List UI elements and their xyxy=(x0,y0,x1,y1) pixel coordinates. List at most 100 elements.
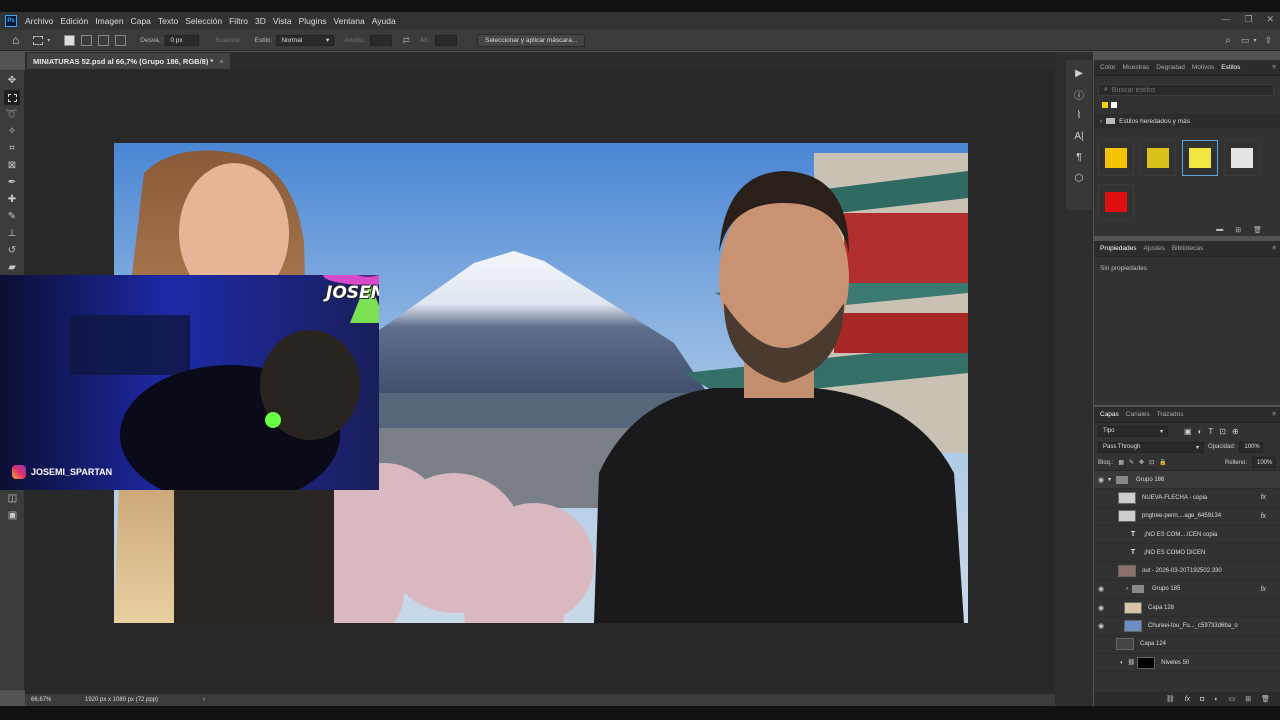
recent-style-yellow[interactable] xyxy=(1102,102,1108,108)
filter-shape-icon[interactable]: ⊡ xyxy=(1219,427,1226,436)
lock-transparency-icon[interactable]: ▦ xyxy=(1118,459,1124,466)
tab-capas[interactable]: Capas xyxy=(1100,411,1119,418)
layer-row[interactable]: Capa 124 xyxy=(1094,636,1280,654)
status-arrow-icon[interactable]: › xyxy=(203,697,205,703)
eye-icon[interactable]: ◉ xyxy=(1094,622,1108,630)
menu-archivo[interactable]: Archivo xyxy=(25,16,53,26)
new-selection-icon[interactable] xyxy=(64,34,76,46)
crop-tool-icon[interactable]: ⌗ xyxy=(4,141,20,156)
layer-row[interactable]: ◐ ⛓ Niveles 50 xyxy=(1094,654,1280,673)
new-group-icon[interactable]: ▬ xyxy=(1216,226,1223,234)
eraser-tool-icon[interactable]: ▰ xyxy=(4,260,20,275)
tab-degradados[interactable]: Degradad xyxy=(1156,64,1185,71)
adjustment-layer-icon[interactable]: ◐ xyxy=(1214,696,1218,703)
add-mask-icon[interactable]: ◘ xyxy=(1200,696,1204,703)
menu-vista[interactable]: Vista xyxy=(273,16,292,26)
chevron-right-icon[interactable]: › xyxy=(1108,586,1128,592)
filter-type-icon[interactable]: T xyxy=(1208,427,1213,436)
trash-icon[interactable]: 🗑 xyxy=(1253,226,1262,234)
layer-row[interactable]: ◉ Chureei-tou_Fu..._c59733d6ba_o xyxy=(1094,617,1280,636)
lasso-tool-icon[interactable]: ➰ xyxy=(4,107,20,122)
swap-icon[interactable]: ⇄ xyxy=(402,35,410,46)
3d-cube-icon[interactable]: ⬡ xyxy=(1070,170,1088,186)
layer-row[interactable]: ◉ Capa 128 xyxy=(1094,599,1280,618)
menu-seleccion[interactable]: Selección xyxy=(185,16,222,26)
close-tab-icon[interactable]: × xyxy=(219,57,223,66)
recent-style-white[interactable] xyxy=(1111,102,1117,108)
marquee-preset-icon[interactable] xyxy=(33,35,44,45)
tab-color[interactable]: Color xyxy=(1100,64,1116,71)
menu-edicion[interactable]: Edición xyxy=(60,16,88,26)
tab-ajustes[interactable]: Ajustes xyxy=(1144,245,1165,252)
tab-trazados[interactable]: Trazados xyxy=(1157,411,1184,418)
fx-icon[interactable]: fx xyxy=(1261,513,1266,520)
menu-imagen[interactable]: Imagen xyxy=(95,16,123,26)
filter-smart-icon[interactable]: ⊕ xyxy=(1232,427,1239,436)
width-input[interactable] xyxy=(370,34,393,46)
intersect-selection-icon[interactable] xyxy=(115,34,127,46)
feather-input[interactable]: 0 px xyxy=(165,34,200,46)
menu-plugins[interactable]: Plugins xyxy=(299,16,327,26)
filter-adjustment-icon[interactable]: ◐ xyxy=(1198,427,1203,436)
blend-mode-select[interactable]: Pass Through ▾ xyxy=(1098,441,1204,453)
layer-row[interactable]: T ¡NO ES COMO DICEN xyxy=(1094,544,1280,563)
search-icon[interactable]: ⌕ xyxy=(1225,35,1231,46)
layer-row[interactable]: out - 2026-03-20T192502.330 xyxy=(1094,562,1280,581)
layer-row[interactable]: ◉ ▾ Grupo 186 xyxy=(1094,471,1280,490)
tab-estilos[interactable]: Estilos xyxy=(1221,64,1240,71)
tab-propiedades[interactable]: Propiedades xyxy=(1100,245,1137,252)
style-select[interactable]: Normal ▾ xyxy=(276,34,335,46)
quick-mask-icon[interactable]: ◫ xyxy=(5,491,21,506)
menu-ventana[interactable]: Ventana xyxy=(334,16,365,26)
lock-position-icon[interactable]: ✥ xyxy=(1139,459,1144,466)
tab-canales[interactable]: Canales xyxy=(1126,411,1150,418)
link-layers-icon[interactable]: ⛓ xyxy=(1166,695,1175,703)
lock-artboard-icon[interactable]: ⊡ xyxy=(1149,459,1154,466)
panel-menu-icon[interactable]: ≡ xyxy=(1272,64,1276,71)
eye-icon[interactable]: ◉ xyxy=(1094,604,1108,612)
subtract-selection-icon[interactable] xyxy=(98,34,110,46)
panel-menu-icon[interactable]: ≡ xyxy=(1272,411,1276,418)
magic-wand-tool-icon[interactable]: ✧ xyxy=(4,124,20,139)
move-tool-icon[interactable]: ✥ xyxy=(4,73,20,88)
brush-tool-icon[interactable]: ✎ xyxy=(4,209,20,224)
style-swatch-red[interactable] xyxy=(1098,184,1134,220)
chevron-down-icon[interactable]: ▾ xyxy=(1108,476,1116,483)
styles-search-input[interactable]: ⌕ Buscar estilos xyxy=(1098,84,1274,96)
style-swatch-gold[interactable] xyxy=(1098,140,1134,176)
styles-folder[interactable]: › Estilos heredados y más xyxy=(1094,114,1280,128)
layer-row[interactable]: pngtree-penn....age_6459134 fx xyxy=(1094,508,1280,526)
screen-mode-icon[interactable]: ▣ xyxy=(5,508,21,523)
lock-all-icon[interactable]: 🔒 xyxy=(1159,459,1166,466)
layer-row[interactable]: ◉ › Grupo 185 fx xyxy=(1094,581,1280,600)
opacity-input[interactable]: 100% xyxy=(1239,441,1264,453)
eye-icon[interactable]: ◉ xyxy=(1094,585,1108,593)
character-icon[interactable]: A| xyxy=(1070,128,1088,144)
new-layer-icon[interactable]: ⊞ xyxy=(1245,695,1251,703)
chevron-down-icon[interactable]: ▾ xyxy=(47,37,50,44)
lock-paint-icon[interactable]: ✎ xyxy=(1129,459,1134,466)
menu-texto[interactable]: Texto xyxy=(158,16,178,26)
minimize-icon[interactable]: — xyxy=(1221,14,1230,25)
zoom-level[interactable]: 66,67% xyxy=(25,697,85,703)
new-style-icon[interactable]: ⊞ xyxy=(1235,226,1241,234)
layer-filter-select[interactable]: Tipo ▾ xyxy=(1098,425,1168,437)
style-swatch-light-yellow[interactable] xyxy=(1182,140,1218,176)
brush-settings-icon[interactable]: ⌇ xyxy=(1070,107,1088,123)
tab-muestras[interactable]: Muestras xyxy=(1123,64,1150,71)
style-swatch-yellow[interactable] xyxy=(1140,140,1176,176)
paragraph-icon[interactable]: ¶ xyxy=(1070,149,1088,165)
trash-icon[interactable]: 🗑 xyxy=(1261,695,1270,703)
frame-tool-icon[interactable]: ⊠ xyxy=(4,158,20,173)
play-actions-icon[interactable]: ▶ xyxy=(1070,65,1088,81)
chevron-down-icon[interactable]: ▾ xyxy=(1253,37,1256,44)
fx-icon[interactable]: fx xyxy=(1261,494,1266,501)
fill-input[interactable]: 100% xyxy=(1252,457,1276,468)
menu-ayuda[interactable]: Ayuda xyxy=(372,16,396,26)
filter-pixel-icon[interactable]: ▣ xyxy=(1184,427,1192,436)
panel-menu-icon[interactable]: ≡ xyxy=(1272,245,1276,252)
close-window-icon[interactable]: ✕ xyxy=(1266,14,1274,25)
new-group-icon[interactable]: ▭ xyxy=(1229,695,1236,703)
rectangular-marquee-tool-icon[interactable] xyxy=(4,90,20,105)
clone-stamp-tool-icon[interactable]: ⊥ xyxy=(4,226,20,241)
